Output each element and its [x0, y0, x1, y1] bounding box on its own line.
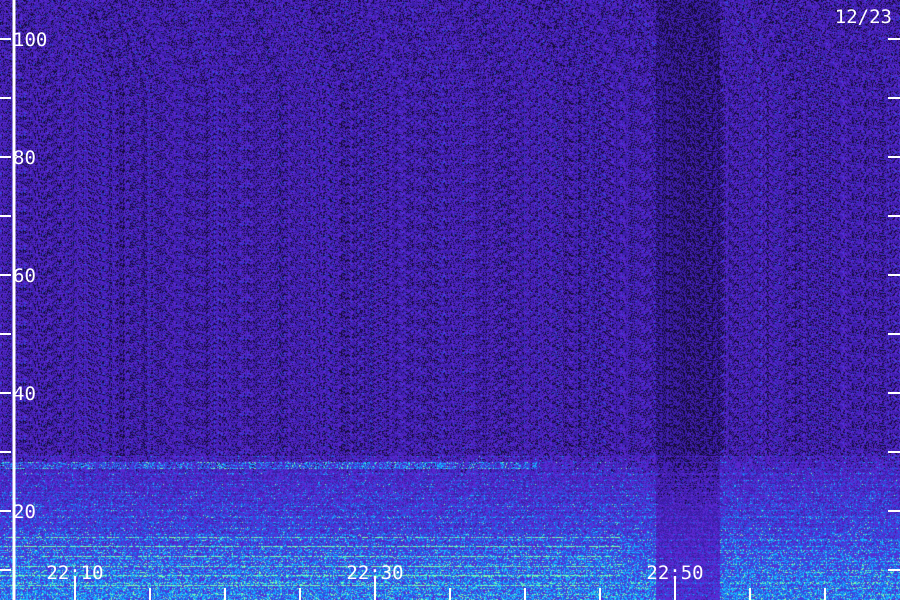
y-tick-label: 80	[13, 147, 36, 169]
y-tick-label: 60	[13, 265, 36, 287]
x-axis-ticks: 22:10 22:30 22:50	[46, 562, 826, 600]
x-tick-label: 22:10	[46, 562, 103, 584]
x-tick-label: 22:30	[346, 562, 403, 584]
y-tick-label: 40	[13, 383, 36, 405]
spectrogram-axes: 20 40 60 80 100 22:10 22:30 22:50 12/23	[0, 0, 900, 600]
date-label: 12/23	[835, 6, 892, 28]
x-tick-label: 22:50	[646, 562, 703, 584]
y-axis-ticks: 20 40 60 80 100	[0, 29, 900, 571]
y-tick-label: 20	[13, 501, 36, 523]
spectrogram-chart: 20 40 60 80 100 22:10 22:30 22:50 12/23	[0, 0, 900, 600]
y-tick-label: 100	[13, 29, 47, 51]
